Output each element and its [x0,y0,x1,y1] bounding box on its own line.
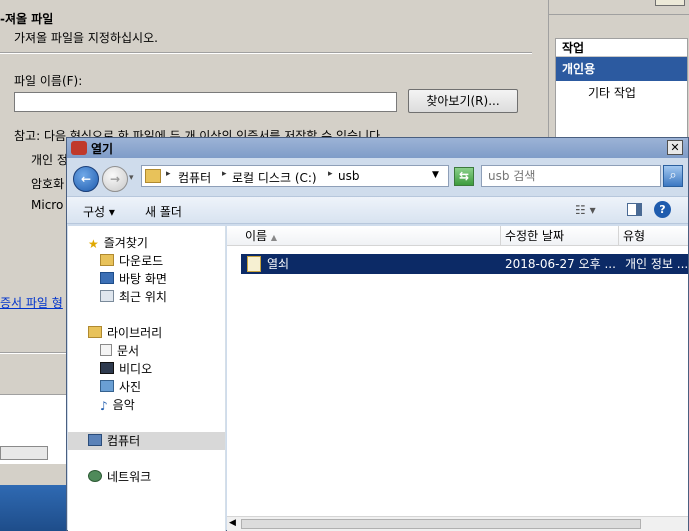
sort-ascending-icon: ▲ [270,233,278,242]
file-list-pane: 이름 ▲ 수정한 날짜 유형 열쇠 2018-06-27 오후 ... 개인 정… [227,226,688,531]
certificate-file-icon [247,256,261,272]
format-option-crypto: 암호화 [31,177,65,191]
address-bar[interactable]: ▸ 컴퓨터 ▸ 로컬 디스크 (C:) ▸ usb ▼ [141,165,449,187]
desktop-icon [100,272,114,284]
nav-label: 사진 [119,380,142,394]
breadcrumb-separator: ▸ [166,169,171,179]
file-name: 열쇠 [267,257,290,271]
computer-icon [88,434,102,446]
open-file-dialog: 열기 ✕ ← → ▾ ▸ 컴퓨터 ▸ 로컬 디스크 (C:) ▸ usb ▼ ⇆… [66,137,689,531]
nav-item-desktop[interactable]: 바탕 화면 [100,270,167,288]
browse-button[interactable]: 찾아보기(R)... [408,89,518,113]
actions-top-button[interactable] [655,0,685,6]
wizard-subtitle: 가져올 파일을 지정하십시오. [14,31,158,45]
column-name[interactable]: 이름 ▲ [241,226,501,246]
file-row[interactable]: 열쇠 2018-06-27 오후 ... 개인 정보 ... [241,254,688,274]
nav-item-music[interactable]: ♪ 음악 [100,396,135,414]
nav-item-videos[interactable]: 비디오 [100,360,152,378]
wizard-separator [0,52,532,54]
column-name-label: 이름 [245,229,268,243]
new-folder-button[interactable]: 새 폴더 [145,203,182,220]
nav-label: 컴퓨터 [107,434,141,448]
libraries-icon [88,326,102,338]
documents-icon [100,344,112,356]
nav-label: 문서 [117,344,140,358]
file-modified: 2018-06-27 오후 ... [505,257,616,271]
breadcrumb-usb[interactable]: usb [338,169,359,183]
nav-item-network[interactable]: 네트워크 [88,468,151,486]
actions-divider [549,14,689,15]
format-option-personal: 개인 정 [31,153,68,167]
nav-label: 네트워크 [107,470,152,484]
address-dropdown-icon[interactable]: ▼ [432,170,439,180]
preview-pane-icon[interactable] [627,203,642,216]
breadcrumb-separator: ▸ [328,169,333,179]
folder-icon [145,169,161,183]
network-icon [88,470,102,482]
nav-label: 라이브러리 [107,326,163,340]
search-input[interactable] [481,165,661,187]
downloads-folder-icon [100,254,114,266]
column-type-label: 유형 [623,229,646,243]
nav-item-pictures[interactable]: 사진 [100,378,141,396]
nav-item-libraries[interactable]: 라이브러리 [88,324,162,342]
wizard-lower-field [0,446,48,460]
breadcrumb-computer[interactable]: 컴퓨터 [178,169,211,186]
dialog-titlebar[interactable]: 열기 ✕ [67,138,688,158]
certificate-format-link[interactable]: 증서 파일 형 [0,294,63,311]
column-modified[interactable]: 수정한 날짜 [501,226,619,246]
help-icon[interactable]: ? [654,201,671,218]
nav-item-recent[interactable]: 최근 위치 [100,288,167,306]
nav-item-downloads[interactable]: 다운로드 [100,252,163,270]
nav-label: 음악 [112,398,135,412]
history-dropdown-icon[interactable]: ▾ [129,173,134,183]
actions-selected-item[interactable]: 개인용 [556,57,687,81]
nav-item-favorites[interactable]: ★ 즐겨찾기 [88,234,148,252]
scroll-left-icon[interactable]: ◀ [229,518,236,528]
videos-icon [100,362,114,374]
recent-places-icon [100,290,114,302]
file-type: 개인 정보 ... [625,257,688,271]
column-header-bar: 이름 ▲ 수정한 날짜 유형 [227,226,688,246]
column-type[interactable]: 유형 [619,226,688,246]
wizard-title: -져올 파일 [0,12,54,26]
nav-item-computer[interactable]: 컴퓨터 [88,432,140,450]
column-modified-label: 수정한 날짜 [505,229,565,243]
view-options-icon[interactable]: ☷ ▾ [575,203,596,217]
horizontal-scrollbar[interactable]: ◀ [227,516,688,531]
dialog-title: 열기 [91,142,114,156]
breadcrumb-local-disk[interactable]: 로컬 디스크 (C:) [232,169,317,186]
nav-label: 비디오 [119,362,153,376]
star-icon: ★ [88,237,99,251]
dialog-app-icon [71,141,87,155]
breadcrumb-separator: ▸ [222,169,227,179]
pictures-icon [100,380,114,392]
actions-other-tasks[interactable]: 기타 작업 [556,81,687,105]
actions-box: 작업 개인용 기타 작업 [555,38,688,148]
nav-label: 다운로드 [119,254,164,268]
nav-label: 최근 위치 [119,290,167,304]
format-option-microsoft: Micro [31,198,64,212]
music-icon: ♪ [100,399,108,413]
nav-label: 바탕 화면 [119,272,167,286]
file-name-input[interactable] [14,92,397,112]
forward-arrow-icon[interactable]: → [102,166,128,192]
command-bar: 구성 ▾ 새 폴더 ☷ ▾ ? [67,196,688,224]
navigation-pane: ★ 즐겨찾기 다운로드 바탕 화면 최근 위치 라이브러리 문서 비디오 사진 ♪… [68,226,226,531]
search-icon[interactable]: ⌕ [663,165,683,187]
file-name-label: 파일 이름(F): [14,74,83,88]
nav-label: 즐겨찾기 [103,236,148,250]
close-button[interactable]: ✕ [667,140,683,155]
nav-item-documents[interactable]: 문서 [100,342,139,360]
scrollbar-thumb[interactable] [241,519,641,529]
refresh-icon[interactable]: ⇆ [454,167,474,186]
back-arrow-icon[interactable]: ← [73,166,99,192]
actions-header: 작업 [556,39,687,57]
organize-button[interactable]: 구성 ▾ [83,203,115,220]
